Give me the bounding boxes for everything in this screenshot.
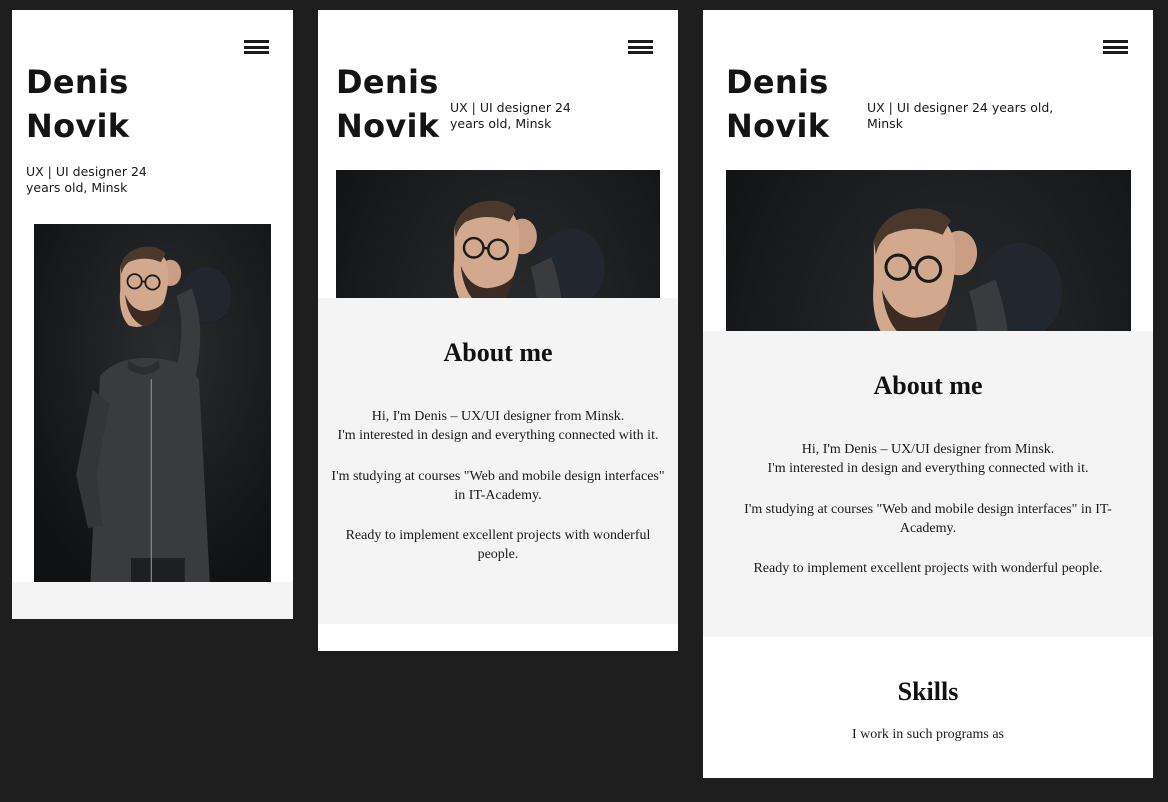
about-line: Hi, I'm Denis – UX/UI designer from Mins… [371, 409, 625, 424]
about-section-peek [12, 582, 293, 619]
tagline-line: Minsk [867, 116, 903, 131]
about-line: Academy. [899, 520, 957, 536]
mobile-preview-wide: Denis Novik UX | UI designer 24 years ol… [703, 10, 1153, 778]
first-name: Denis [26, 63, 129, 101]
about-line: people. [477, 546, 519, 562]
about-line: Ready to implement excellent projects wi… [345, 528, 651, 543]
about-line: I'm interested in design and everything … [767, 460, 1089, 476]
page-title: Denis Novik [726, 60, 829, 148]
about-line: in IT-Academy. [454, 487, 542, 503]
tagline-line: UX | UI designer 24 [26, 164, 147, 179]
profile-photo [336, 170, 660, 298]
skills-section: Skills I work in such programs as [703, 637, 1153, 778]
profile-photo [726, 170, 1131, 331]
about-line: I'm interested in design and everything … [337, 427, 659, 443]
tagline-line: years old, Minsk [450, 116, 552, 131]
tagline-line: UX | UI designer 24 years old, [867, 100, 1054, 115]
tagline-line: UX | UI designer 24 [450, 100, 571, 115]
about-paragraph: Hi, I'm Denis – UX/UI designer from Mins… [328, 408, 668, 445]
first-name: Denis [336, 63, 439, 101]
about-paragraph: Ready to implement excellent projects wi… [723, 560, 1133, 579]
tagline: UX | UI designer 24 years old, Minsk [450, 100, 571, 132]
about-paragraph: Hi, I'm Denis – UX/UI designer from Mins… [723, 441, 1133, 478]
last-name: Novik [726, 107, 830, 145]
portrait-image [34, 224, 271, 582]
about-section: About me Hi, I'm Denis – UX/UI designer … [318, 298, 678, 624]
mobile-preview-narrow: Denis Novik UX | UI designer 24 years ol… [12, 10, 293, 619]
about-paragraph: I'm studying at courses "Web and mobile … [328, 468, 668, 505]
page-title: Denis Novik [336, 60, 439, 148]
mobile-preview-medium: Denis Novik UX | UI designer 24 years ol… [318, 10, 678, 651]
about-paragraph: I'm studying at courses "Web and mobile … [723, 501, 1133, 538]
about-line: Ready to implement excellent projects wi… [753, 561, 1103, 576]
about-line: I'm studying at courses "Web and mobile … [744, 502, 1112, 517]
about-title: About me [443, 338, 553, 367]
about-line: I'm studying at courses "Web and mobile … [331, 469, 665, 484]
about-title: About me [873, 371, 983, 400]
first-name: Denis [726, 63, 829, 101]
portrait-image [336, 170, 660, 298]
tagline: UX | UI designer 24 years old, Minsk [26, 164, 147, 196]
tagline: UX | UI designer 24 years old, Minsk [867, 100, 1053, 132]
about-line: Hi, I'm Denis – UX/UI designer from Mins… [801, 442, 1055, 457]
skills-intro: I work in such programs as [851, 727, 1005, 742]
about-paragraph: Ready to implement excellent projects wi… [328, 527, 668, 564]
skills-title: Skills [897, 677, 959, 706]
hamburger-menu-icon[interactable] [628, 40, 653, 54]
hamburger-menu-icon[interactable] [244, 40, 269, 54]
hamburger-menu-icon[interactable] [1103, 40, 1128, 54]
page-title: Denis Novik [26, 60, 129, 148]
last-name: Novik [26, 107, 130, 145]
last-name: Novik [336, 107, 440, 145]
about-section: About me Hi, I'm Denis – UX/UI designer … [703, 331, 1153, 637]
profile-photo [34, 224, 271, 582]
tagline-line: years old, Minsk [26, 180, 128, 195]
portrait-image [726, 170, 1131, 331]
